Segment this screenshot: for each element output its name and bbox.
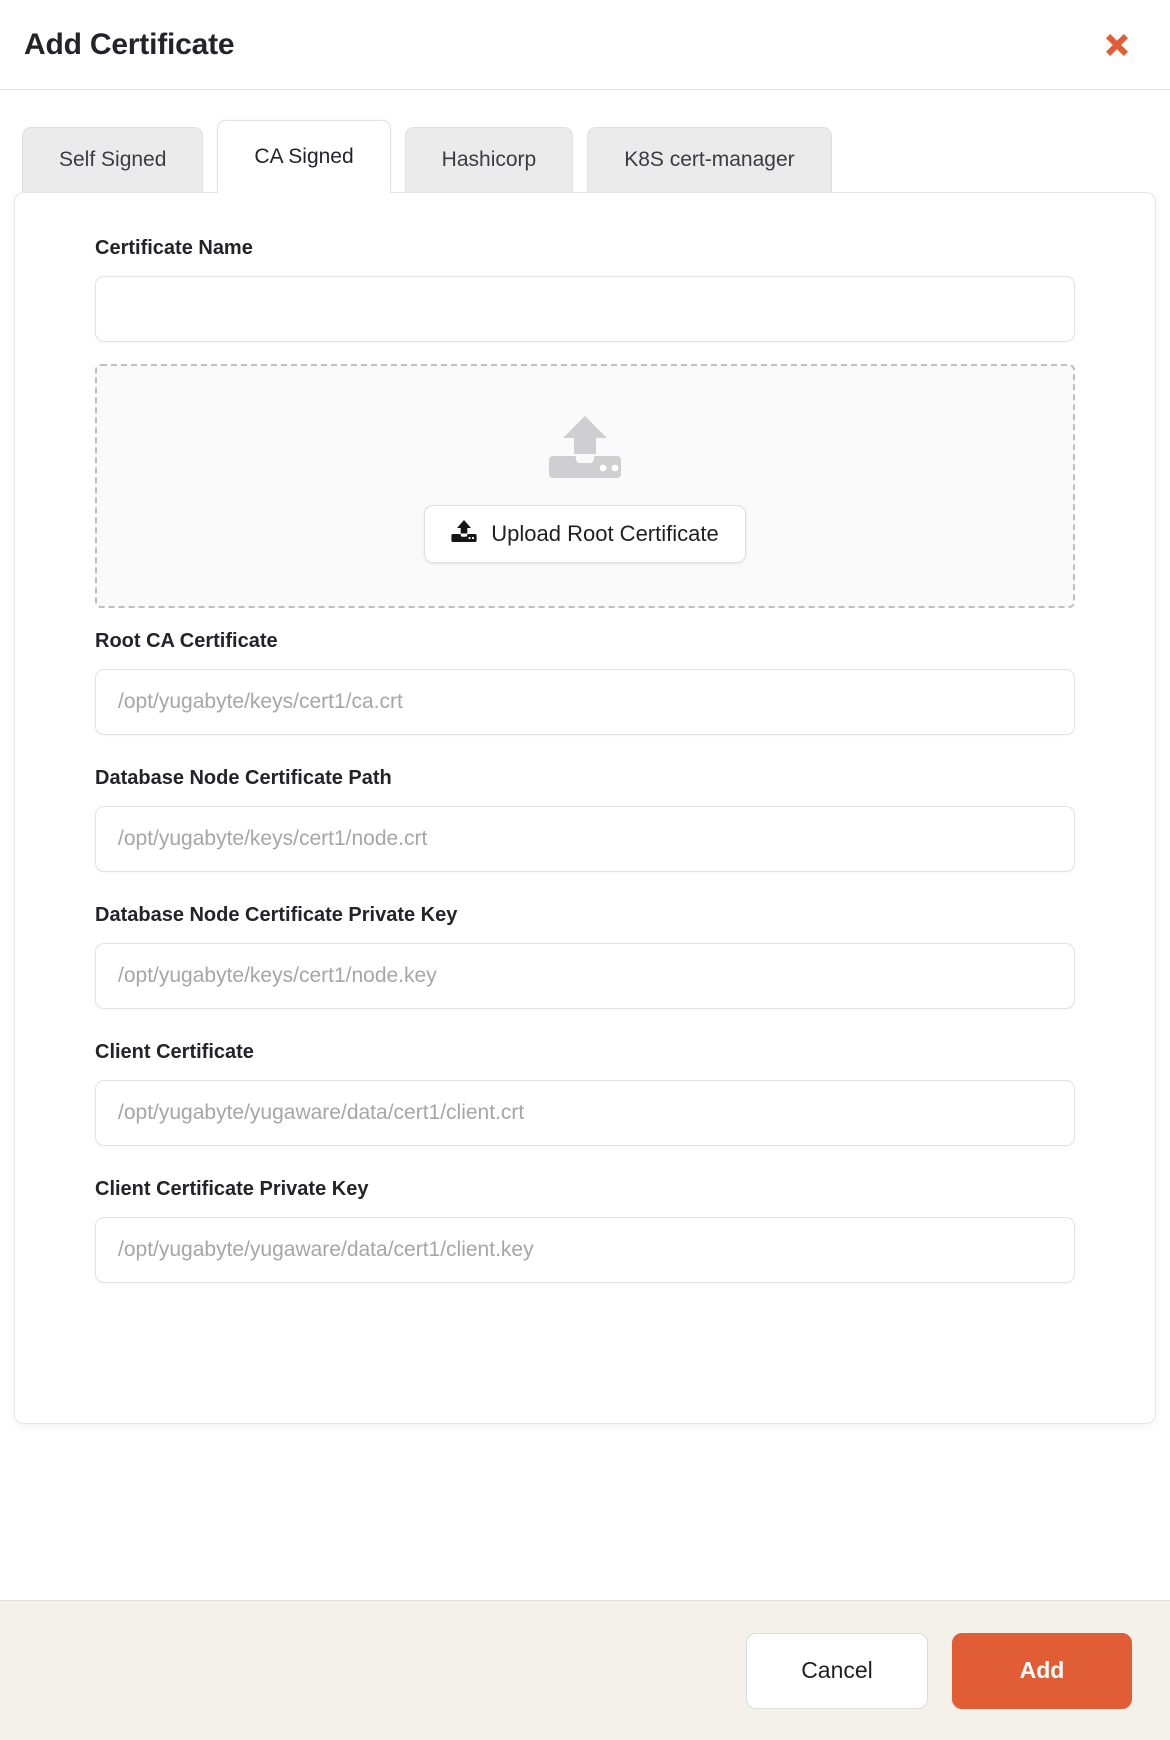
database-node-certificate-private-key-input[interactable] (95, 943, 1075, 1009)
database-node-certificate-path-field: Database Node Certificate Path (95, 767, 1075, 872)
add-button-label: Add (1019, 1657, 1065, 1683)
database-node-certificate-path-label: Database Node Certificate Path (95, 767, 392, 789)
tab-panel-outer: Certificate Name Upload Root Certificate… (0, 192, 1170, 1600)
certificate-type-tabs: Self Signed CA Signed Hashicorp K8S cert… (0, 90, 1170, 195)
add-button[interactable]: Add (952, 1632, 1132, 1709)
root-ca-certificate-label: Root CA Certificate (95, 630, 278, 652)
certificate-name-field: Certificate Name (95, 237, 1075, 342)
modal-footer: Cancel Add (0, 1600, 1170, 1740)
client-certificate-private-key-label: Client Certificate Private Key (95, 1178, 369, 1200)
root-certificate-dropzone[interactable]: Upload Root Certificate (95, 364, 1075, 608)
database-node-certificate-private-key-label: Database Node Certificate Private Key (95, 904, 458, 926)
tab-label: CA Signed (254, 144, 354, 168)
upload-icon (451, 519, 477, 549)
database-node-certificate-private-key-field: Database Node Certificate Private Key (95, 904, 1075, 1009)
upload-server-icon (545, 410, 625, 487)
tab-hashicorp[interactable]: Hashicorp (404, 127, 574, 192)
close-icon (1100, 28, 1134, 62)
close-button[interactable] (1089, 17, 1145, 73)
upload-root-certificate-button[interactable]: Upload Root Certificate (424, 504, 746, 563)
page-title: Add Certificate (24, 27, 235, 61)
client-certificate-input[interactable] (95, 1080, 1075, 1146)
ca-signed-panel: Certificate Name Upload Root Certificate… (14, 192, 1156, 1424)
tab-label: Self Signed (59, 148, 167, 171)
client-certificate-private-key-input[interactable] (95, 1217, 1075, 1283)
database-node-certificate-path-input[interactable] (95, 806, 1075, 872)
tab-ca-signed[interactable]: CA Signed (217, 120, 391, 195)
client-certificate-private-key-field: Client Certificate Private Key (95, 1178, 1075, 1283)
add-certificate-modal: Add Certificate Self Signed CA Signed Ha… (0, 0, 1170, 1740)
tab-label: Hashicorp (441, 148, 537, 171)
root-ca-certificate-input[interactable] (95, 669, 1075, 735)
certificate-name-input[interactable] (95, 276, 1075, 342)
upload-root-certificate-label: Upload Root Certificate (491, 520, 719, 546)
certificate-name-label: Certificate Name (95, 237, 253, 259)
root-ca-certificate-field: Root CA Certificate (95, 630, 1075, 735)
tab-label: K8S cert-manager (624, 148, 795, 171)
tab-self-signed[interactable]: Self Signed (22, 127, 204, 192)
cancel-button[interactable]: Cancel (746, 1632, 928, 1709)
cancel-button-label: Cancel (801, 1657, 873, 1683)
client-certificate-field: Client Certificate (95, 1041, 1075, 1146)
tab-k8s-cert-manager[interactable]: K8S cert-manager (587, 127, 832, 192)
modal-header: Add Certificate (0, 0, 1170, 90)
client-certificate-label: Client Certificate (95, 1041, 254, 1063)
